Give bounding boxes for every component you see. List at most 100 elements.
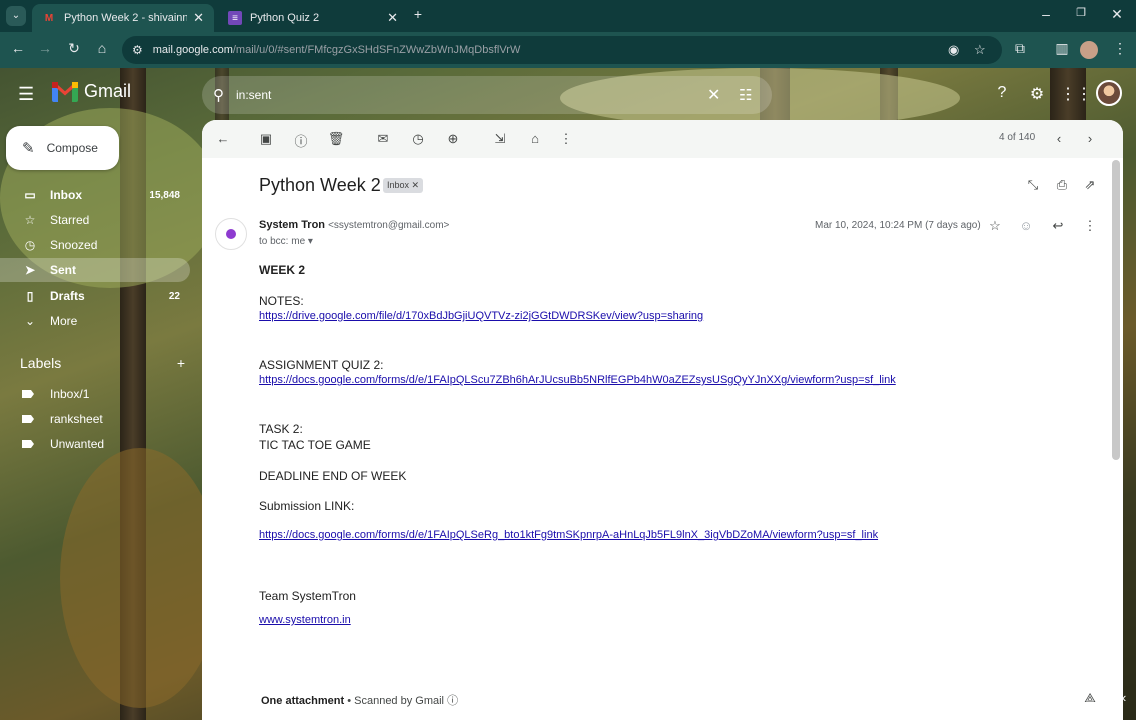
- close-tab-icon[interactable]: ✕: [387, 10, 398, 26]
- reply-icon[interactable]: ↩: [1049, 218, 1067, 234]
- browser-toolbar: ← → ↻ ⌂ ⚙ mail.google.com/mail/u/0/#sent…: [0, 32, 1136, 68]
- profile-icon[interactable]: [1080, 41, 1098, 59]
- older-icon[interactable]: ›: [1081, 131, 1099, 146]
- new-tab-icon[interactable]: +: [408, 6, 428, 22]
- send-icon: ➤: [24, 263, 36, 277]
- inbox-icon: ▭: [24, 188, 36, 202]
- search-options-icon[interactable]: ☷: [739, 86, 752, 104]
- sender-email: <ssystemtron@gmail.com>: [328, 220, 450, 231]
- more-options-icon[interactable]: ⋮: [557, 131, 575, 147]
- search-input[interactable]: [236, 85, 676, 105]
- side-panel-icon[interactable]: ▥: [1052, 40, 1072, 57]
- sender-line: System Tron <ssystemtron@gmail.com>: [259, 219, 449, 231]
- tab-python-quiz-2[interactable]: ≡ Python Quiz 2 ✕: [218, 4, 408, 32]
- reload-icon[interactable]: ↻: [64, 40, 84, 57]
- settings-gear-icon[interactable]: ⚙: [1026, 84, 1048, 104]
- restore-icon[interactable]: ❐: [1071, 6, 1091, 19]
- inbox-label-chip[interactable]: Inbox ✕: [383, 178, 424, 193]
- website-link[interactable]: www.systemtron.in: [259, 614, 351, 626]
- tab-search-icon[interactable]: ⌄: [6, 6, 26, 26]
- notes-link[interactable]: https://drive.google.com/file/d/170xBdJb…: [259, 310, 703, 322]
- apps-grid-icon[interactable]: ⋮⋮: [1060, 84, 1092, 104]
- label-item[interactable]: Unwanted: [0, 433, 190, 455]
- lens-icon[interactable]: ◉: [948, 42, 959, 58]
- star-icon[interactable]: ☆: [986, 218, 1004, 234]
- gmail-header: ☰ Gmail ⚲ ✕ ☷ ? ⚙ ⋮⋮: [0, 68, 1136, 120]
- label-item[interactable]: Inbox/1: [0, 383, 190, 405]
- label-item[interactable]: ranksheet: [0, 408, 190, 430]
- add-task-icon[interactable]: ⊕: [444, 131, 462, 147]
- labels-heading: Labels: [20, 355, 62, 371]
- draft-icon: ▯: [26, 289, 34, 303]
- delete-icon[interactable]: 🗑︎: [327, 131, 345, 147]
- task-label: TASK 2:: [259, 422, 303, 436]
- extensions-icon[interactable]: ⧉: [1010, 40, 1030, 57]
- bookmark-star-icon[interactable]: ☆: [974, 42, 986, 58]
- gmail-favicon-icon: M: [44, 12, 54, 24]
- archive-icon[interactable]: ▣: [257, 131, 275, 147]
- home-icon[interactable]: ⌂: [92, 40, 112, 56]
- snooze-icon[interactable]: ◷: [409, 131, 427, 147]
- add-to-drive-icon[interactable]: ⟁: [1081, 690, 1099, 706]
- sender-name[interactable]: System Tron: [259, 219, 325, 231]
- quiz-link[interactable]: https://docs.google.com/forms/d/e/1FAIpQ…: [259, 374, 896, 386]
- message-more-icon[interactable]: ⋮: [1081, 218, 1099, 234]
- sidebar-item-starred[interactable]: ☆ Starred: [0, 208, 190, 232]
- message-subject: Python Week 2: [259, 175, 381, 195]
- label-tag-icon: [22, 415, 34, 423]
- info-icon[interactable]: ⓘ: [447, 695, 458, 707]
- scrollbar[interactable]: [1112, 160, 1120, 460]
- label-tag-icon: [22, 390, 34, 398]
- labels-header: Labels +: [20, 355, 185, 371]
- sidebar-item-snoozed[interactable]: ◷ Snoozed: [0, 233, 190, 257]
- back-icon[interactable]: ←: [8, 40, 28, 56]
- side-panel-toggle-icon[interactable]: ‹: [1122, 690, 1126, 705]
- help-icon[interactable]: ?: [991, 84, 1013, 102]
- clock-icon: ◷: [24, 238, 36, 252]
- tab-title: Python Quiz 2: [250, 12, 320, 24]
- emoji-reaction-icon[interactable]: ☺: [1017, 218, 1035, 233]
- clear-search-icon[interactable]: ✕: [707, 85, 720, 105]
- close-tab-icon[interactable]: ✕: [193, 10, 204, 26]
- task-name: TIC TAC TOE GAME: [259, 438, 371, 452]
- notes-label: NOTES:: [259, 294, 304, 308]
- search-icon[interactable]: ⚲: [213, 86, 224, 104]
- close-window-icon[interactable]: ✕: [1107, 6, 1127, 23]
- newer-icon[interactable]: ‹: [1050, 131, 1068, 146]
- browser-tab-bar: ⌄ M Python Week 2 - shivainnovativ ✕ ≡ P…: [0, 0, 1136, 32]
- collapse-all-icon[interactable]: ⤡: [1024, 177, 1042, 193]
- label-tag-icon: [22, 440, 34, 448]
- compose-button[interactable]: ✎ Compose: [6, 126, 119, 170]
- report-spam-icon[interactable]: ⓘ: [292, 131, 310, 150]
- mark-unread-icon[interactable]: ✉: [374, 131, 392, 147]
- url-text: mail.google.com/mail/u/0/#sent/FMfcgzGxS…: [152, 44, 521, 56]
- message-pane: ← ▣ ⓘ 🗑︎ ✉ ◷ ⊕ ⇲ ⌂ ⋮ 4 of 140 ‹ › Python…: [202, 120, 1123, 720]
- print-icon[interactable]: ⎙: [1053, 177, 1071, 193]
- add-label-icon[interactable]: +: [177, 355, 185, 371]
- label-icon[interactable]: ⌂: [526, 131, 544, 146]
- site-info-icon[interactable]: ⚙: [132, 43, 143, 57]
- body-heading: WEEK 2: [259, 263, 306, 277]
- chrome-menu-icon[interactable]: ⋮: [1110, 40, 1130, 57]
- attachment-summary: One attachment • Scanned by Gmail ⓘ: [261, 695, 459, 707]
- pager-count: 4 of 140: [999, 132, 1036, 143]
- open-new-window-icon[interactable]: ⇗: [1081, 177, 1099, 193]
- recipients[interactable]: to bcc: me ▾: [259, 236, 313, 247]
- sidebar-item-sent[interactable]: ➤ Sent: [0, 258, 190, 282]
- forward-icon[interactable]: →: [35, 40, 55, 56]
- main-menu-icon[interactable]: ☰: [18, 84, 38, 105]
- submission-link[interactable]: https://docs.google.com/forms/d/e/1FAIpQ…: [259, 529, 878, 541]
- sidebar-item-more[interactable]: ⌄ More: [0, 309, 190, 333]
- sidebar-item-inbox[interactable]: ▭ Inbox 15,848: [0, 183, 190, 207]
- minimize-icon[interactable]: –: [1036, 6, 1056, 22]
- compose-label: Compose: [46, 141, 98, 155]
- address-bar[interactable]: ⚙ mail.google.com/mail/u/0/#sent/FMfcgzG…: [122, 36, 1002, 64]
- back-to-list-icon[interactable]: ←: [214, 131, 232, 146]
- gmail-logo[interactable]: Gmail: [52, 81, 131, 102]
- tab-python-week-2[interactable]: M Python Week 2 - shivainnovativ ✕: [32, 4, 214, 32]
- move-to-icon[interactable]: ⇲: [491, 131, 509, 147]
- search-bar: ⚲ ✕ ☷: [202, 76, 772, 114]
- message-toolbar: ← ▣ ⓘ 🗑︎ ✉ ◷ ⊕ ⇲ ⌂ ⋮ 4 of 140 ‹ ›: [202, 120, 1123, 158]
- sidebar-item-drafts[interactable]: ▯ Drafts 22: [0, 284, 190, 308]
- account-avatar[interactable]: [1096, 80, 1122, 106]
